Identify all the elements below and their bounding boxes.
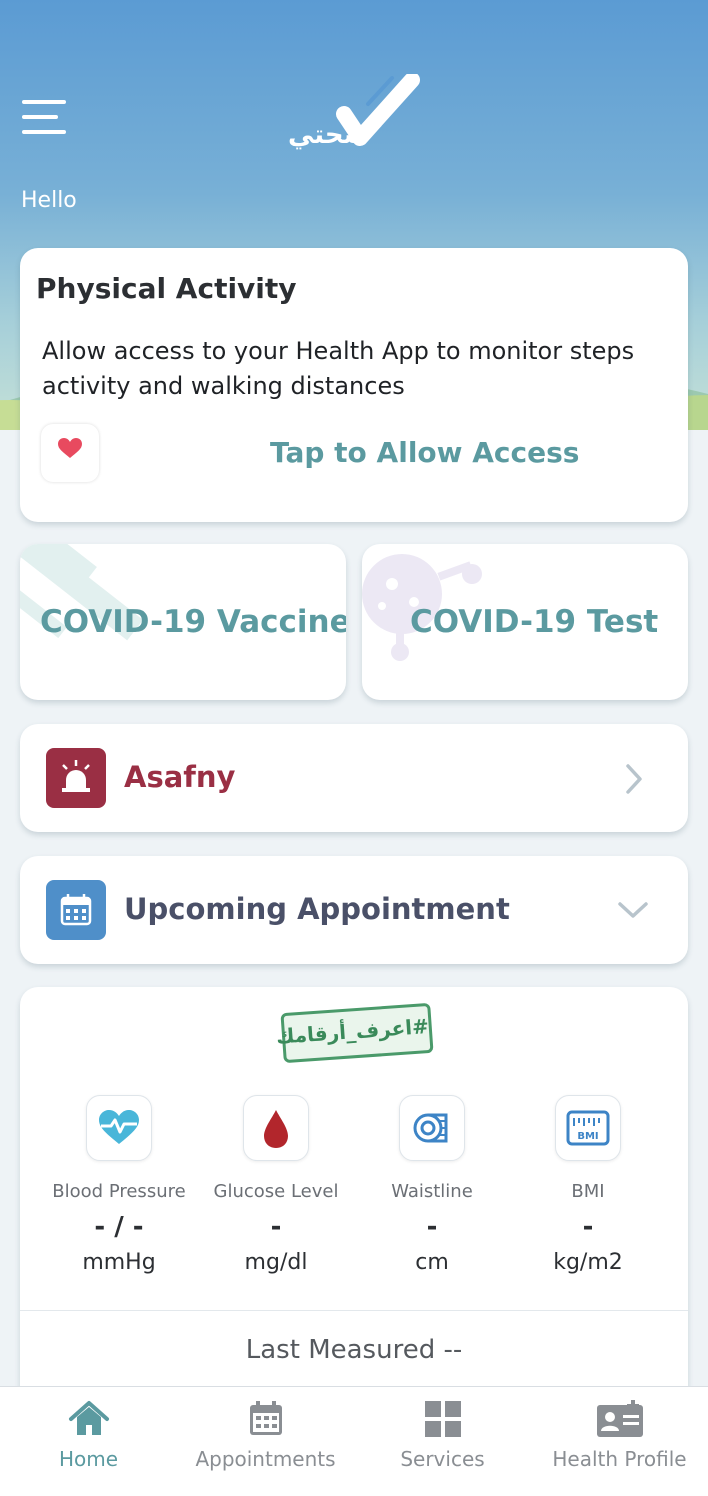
metric-value: -: [270, 1212, 282, 1242]
metric-waistline[interactable]: Waistline - cm: [354, 1095, 510, 1275]
know-your-numbers-stamp: #اعرف_أرقامك: [275, 1002, 434, 1064]
hamburger-icon: [22, 100, 66, 104]
logo-text: صحتي: [288, 120, 369, 150]
metric-unit: cm: [415, 1250, 449, 1275]
physical-activity-description: Allow access to your Health App to monit…: [42, 337, 635, 400]
hamburger-icon: [22, 130, 66, 134]
bottom-tab-bar: Home Appointments Services Health Profil…: [0, 1386, 708, 1496]
heart-pulse-icon: [86, 1095, 152, 1161]
upcoming-appointment-row[interactable]: Upcoming Appointment: [20, 856, 688, 964]
physical-activity-card: Physical Activity Allow access to your H…: [20, 248, 688, 522]
tab-label: Health Profile: [552, 1447, 687, 1471]
calendar-icon: [249, 1401, 282, 1435]
chevron-right-icon: [626, 764, 642, 794]
metric-value: - / -: [94, 1212, 144, 1242]
covid-vaccine-label: COVID-19 Vaccine: [40, 604, 346, 640]
metric-value: -: [582, 1212, 594, 1242]
metric-unit: mg/dl: [244, 1250, 308, 1275]
covid-test-card[interactable]: COVID-19 Test: [362, 544, 688, 700]
alarm-siren-icon: [62, 760, 90, 792]
hamburger-icon: [22, 115, 58, 119]
asafny-label: Asafny: [124, 760, 236, 794]
grid-icon: [424, 1401, 461, 1437]
tab-label: Appointments: [195, 1447, 336, 1471]
tab-label: Services: [400, 1447, 485, 1471]
appointment-icon-box: [46, 880, 106, 940]
chevron-down-icon: [618, 902, 648, 918]
tab-home[interactable]: Home: [0, 1387, 177, 1496]
allow-access-link[interactable]: Tap to Allow Access: [270, 436, 579, 469]
covid-vaccine-card[interactable]: COVID-19 Vaccine: [20, 544, 346, 700]
last-measured-text: Last Measured --: [245, 1335, 463, 1365]
divider: [20, 1310, 688, 1311]
measuring-tape-icon: [399, 1095, 465, 1161]
health-app-icon: [41, 424, 99, 482]
blood-drop-icon: [243, 1095, 309, 1161]
metric-label: BMI: [571, 1181, 605, 1202]
metric-label: Blood Pressure: [52, 1181, 186, 1202]
app-logo: صحتي: [288, 72, 420, 154]
metric-unit: mmHg: [82, 1250, 156, 1275]
tab-label: Home: [58, 1447, 119, 1471]
metric-unit: kg/m2: [553, 1250, 623, 1275]
tab-appointments[interactable]: Appointments: [177, 1387, 354, 1496]
bmi-scale-icon: BMI: [555, 1095, 621, 1161]
id-card-icon: [596, 1400, 643, 1437]
covid-test-label: COVID-19 Test: [410, 604, 659, 640]
tab-services[interactable]: Services: [354, 1387, 531, 1496]
greeting: Hello: [21, 188, 77, 213]
tab-health-profile[interactable]: Health Profile: [531, 1387, 708, 1496]
home-icon: [68, 1401, 109, 1435]
physical-activity-title: Physical Activity: [36, 272, 297, 305]
asafny-icon-box: [46, 748, 106, 808]
metric-glucose-level[interactable]: Glucose Level - mg/dl: [198, 1095, 354, 1275]
calendar-icon: [60, 894, 92, 926]
svg-text:BMI: BMI: [577, 1131, 598, 1142]
metric-bmi[interactable]: BMI BMI - kg/m2: [510, 1095, 666, 1275]
metric-blood-pressure[interactable]: Blood Pressure - / - mmHg: [41, 1095, 197, 1275]
metric-label: Glucose Level: [213, 1181, 339, 1202]
upcoming-appointment-label: Upcoming Appointment: [124, 892, 510, 926]
menu-button[interactable]: [22, 100, 68, 136]
heart-icon: [58, 438, 82, 458]
metric-label: Waistline: [391, 1181, 473, 1202]
asafny-row[interactable]: Asafny: [20, 724, 688, 832]
metric-value: -: [426, 1212, 438, 1242]
